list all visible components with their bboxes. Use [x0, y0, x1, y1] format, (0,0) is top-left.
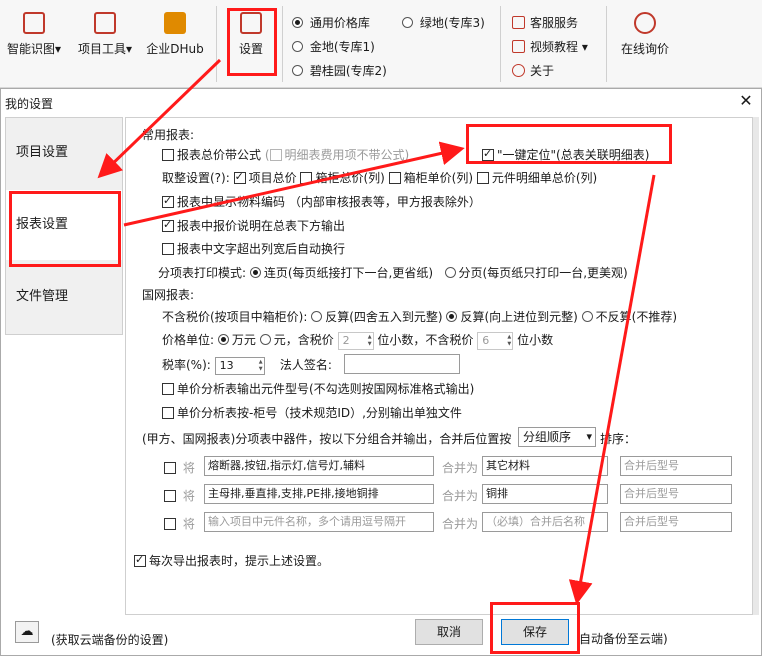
arrow-report-to-locate [123, 141, 465, 227]
arrow-settings-to-report [97, 58, 222, 179]
annotation-arrows [97, 58, 656, 605]
arrow-locate-to-save [568, 174, 656, 605]
